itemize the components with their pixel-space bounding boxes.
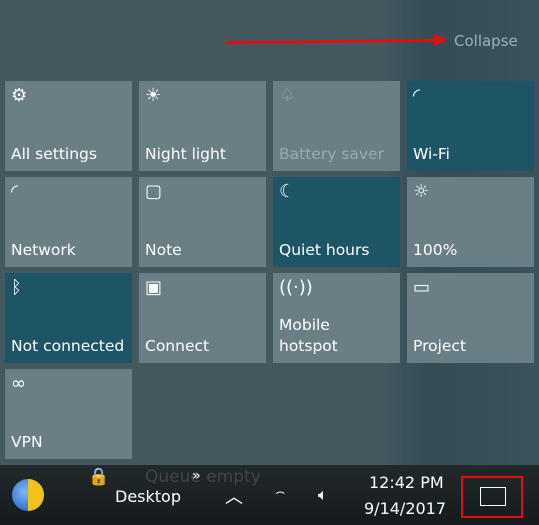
show-hidden-icons-chevron-icon[interactable]: ︿ bbox=[225, 483, 243, 509]
tile-note[interactable]: ▢ Note bbox=[139, 177, 266, 267]
tile-label: Wi-Fi bbox=[413, 145, 450, 163]
tile-quiet-hours[interactable]: ☾ Quiet hours bbox=[273, 177, 400, 267]
hotspot-icon: ((·)) bbox=[279, 277, 313, 298]
queue-status: Queue empty bbox=[145, 467, 261, 487]
globe-app-icon[interactable] bbox=[12, 479, 44, 511]
vpn-icon: ∞ bbox=[11, 373, 26, 394]
taskbar: 🔒 Queue empty » Desktop ︿ ◜ 🔈︎ 12:42 PM … bbox=[0, 465, 539, 525]
tile-project[interactable]: ▭ Project bbox=[407, 273, 534, 363]
connect-icon: ▣ bbox=[145, 277, 163, 298]
night-light-icon: ☀ bbox=[145, 85, 162, 106]
tile-not-connected[interactable]: ᛒ Not connected bbox=[5, 273, 132, 363]
clock-date[interactable]: 9/14/2017 bbox=[364, 499, 446, 518]
volume-icon[interactable]: 🔈︎ bbox=[318, 485, 328, 505]
wifi-tray-icon[interactable]: ◜ bbox=[270, 486, 288, 504]
bluetooth-icon: ᛒ bbox=[11, 277, 22, 298]
tile-night-light[interactable]: ☀ Night light bbox=[139, 81, 266, 171]
clock-time[interactable]: 12:42 PM bbox=[369, 473, 444, 492]
tile-vpn[interactable]: ∞ VPN bbox=[5, 369, 132, 459]
tile-mobile-hotspot[interactable]: ((·)) Mobile hotspot bbox=[273, 273, 400, 363]
toolbar-expand-icon[interactable]: » bbox=[192, 468, 201, 484]
project-icon: ▭ bbox=[413, 277, 431, 298]
tile-all-settings[interactable]: ⚙ All settings bbox=[5, 81, 132, 171]
tile-battery-saver[interactable]: ♤ Battery saver bbox=[273, 81, 400, 171]
notification-icon bbox=[480, 487, 506, 506]
tile-connect[interactable]: ▣ Connect bbox=[139, 273, 266, 363]
gear-icon: ⚙ bbox=[11, 85, 28, 106]
tile-label: All settings bbox=[11, 145, 97, 163]
tile-label: Connect bbox=[145, 337, 210, 355]
tile-label: Mobile hotspot bbox=[279, 316, 338, 355]
action-center-button[interactable] bbox=[461, 476, 523, 518]
tile-label: Network bbox=[11, 241, 76, 259]
tile-label: Battery saver bbox=[279, 145, 384, 163]
tile-network[interactable]: ◜ Network bbox=[5, 177, 132, 267]
collapse-button[interactable]: Collapse bbox=[454, 32, 518, 50]
tile-label: Note bbox=[145, 241, 182, 259]
brightness-icon: ☼ bbox=[413, 181, 430, 202]
leaf-icon: ♤ bbox=[279, 85, 296, 106]
tile-label: Not connected bbox=[11, 337, 125, 355]
tile-label: VPN bbox=[11, 433, 43, 451]
tile-100[interactable]: ☼ 100% bbox=[407, 177, 534, 267]
note-icon: ▢ bbox=[145, 181, 163, 202]
wifi-icon: ◜ bbox=[413, 85, 420, 106]
tile-label: Night light bbox=[145, 145, 226, 163]
moon-icon: ☾ bbox=[279, 181, 296, 202]
lock-icon: 🔒 bbox=[88, 467, 110, 487]
network-icon: ◜ bbox=[11, 181, 18, 202]
tile-wi-fi[interactable]: ◜ Wi-Fi bbox=[407, 81, 534, 171]
tile-label: 100% bbox=[413, 241, 458, 259]
desktop-toolbar[interactable]: Desktop bbox=[115, 487, 181, 506]
tile-label: Project bbox=[413, 337, 467, 355]
tile-label: Quiet hours bbox=[279, 241, 370, 259]
